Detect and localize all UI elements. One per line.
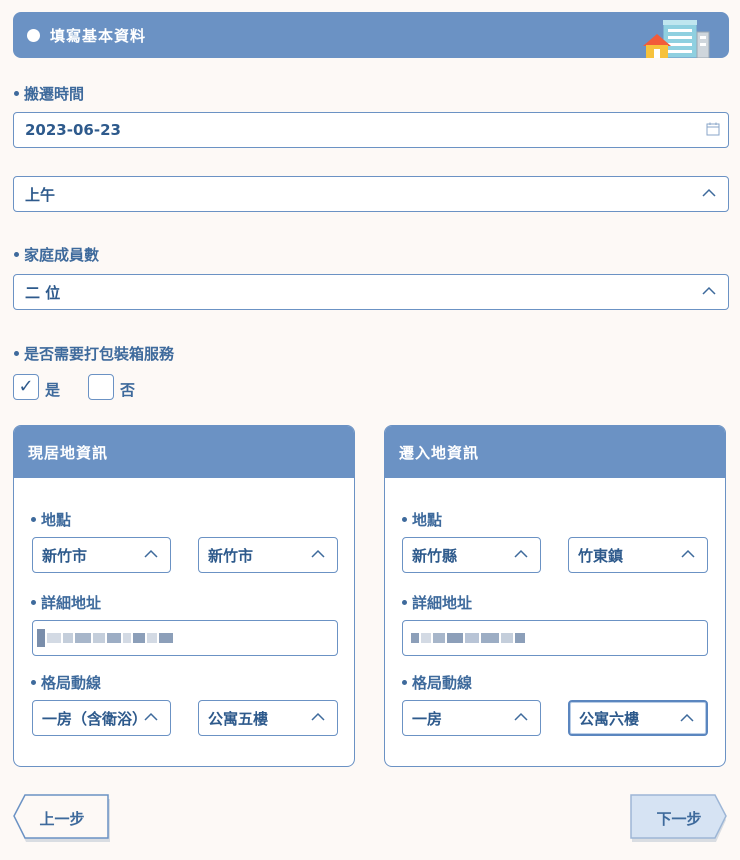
bullet-icon	[27, 28, 40, 42]
chevron-up-icon	[681, 549, 695, 559]
current-address-input[interactable]	[32, 620, 338, 656]
destination-address-input[interactable]	[402, 620, 708, 656]
destination-card: 遷入地資訊 地點 新竹縣 竹東鎮 詳細地址 格局動線 一房 公寓六樓	[384, 425, 726, 767]
current-address-label: 詳細地址	[31, 592, 101, 613]
current-location-label: 地點	[31, 509, 71, 530]
chevron-up-icon	[514, 712, 528, 722]
chevron-up-icon	[311, 549, 325, 559]
packing-yes-checkbox[interactable]: ✓	[13, 373, 39, 400]
destination-address-label: 詳細地址	[402, 592, 472, 613]
current-district-select[interactable]: 新竹市	[198, 537, 338, 573]
current-building-select[interactable]: 公寓五樓	[198, 700, 338, 736]
chevron-up-icon	[514, 549, 528, 559]
current-residence-title: 現居地資訊	[14, 426, 354, 478]
packing-no-checkbox[interactable]	[88, 373, 115, 400]
chevron-up-icon	[702, 188, 716, 197]
destination-city-select[interactable]: 新竹縣	[402, 537, 541, 573]
destination-building-select[interactable]: 公寓六樓	[568, 700, 708, 736]
section-header: 填寫基本資料	[13, 12, 729, 58]
chevron-up-icon	[311, 712, 325, 722]
chevron-up-icon	[680, 713, 694, 723]
current-room-select[interactable]: 一房（含衛浴）	[32, 700, 171, 736]
packing-service-label: 是否需要打包裝箱服務	[14, 343, 174, 364]
family-size-label: 家庭成員數	[14, 244, 99, 265]
destination-district-select[interactable]: 竹東鎮	[568, 537, 708, 573]
packing-yes-label: 是	[45, 381, 61, 399]
next-step-button[interactable]: 下一步	[630, 794, 728, 842]
destination-layout-label: 格局動線	[402, 672, 472, 693]
packing-options: ✓ 是 否	[13, 373, 141, 400]
chevron-up-icon	[144, 712, 158, 722]
current-residence-card: 現居地資訊 地點 新竹市 新竹市 詳細地址 格局動線 一房（含衛浴） 公寓五樓	[13, 425, 355, 767]
chevron-up-icon	[144, 549, 158, 559]
destination-title: 遷入地資訊	[385, 426, 725, 478]
redacted-address	[411, 633, 525, 643]
current-city-select[interactable]: 新竹市	[32, 537, 171, 573]
current-layout-label: 格局動線	[31, 672, 101, 693]
time-period-select[interactable]: 上午	[13, 176, 729, 212]
destination-location-label: 地點	[402, 509, 442, 530]
packing-no-label: 否	[120, 381, 136, 399]
prev-step-button[interactable]: 上一步	[13, 794, 111, 842]
redacted-address	[37, 629, 173, 647]
building-icon	[643, 19, 710, 58]
section-title: 填寫基本資料	[50, 26, 147, 45]
family-size-select[interactable]: 二 位	[13, 274, 729, 310]
date-input[interactable]: 2023-06-23	[13, 112, 729, 148]
calendar-icon[interactable]	[706, 122, 720, 136]
destination-room-select[interactable]: 一房	[402, 700, 541, 736]
check-icon: ✓	[18, 376, 34, 397]
moving-time-label: 搬遷時間	[14, 83, 84, 104]
chevron-up-icon	[702, 286, 716, 295]
